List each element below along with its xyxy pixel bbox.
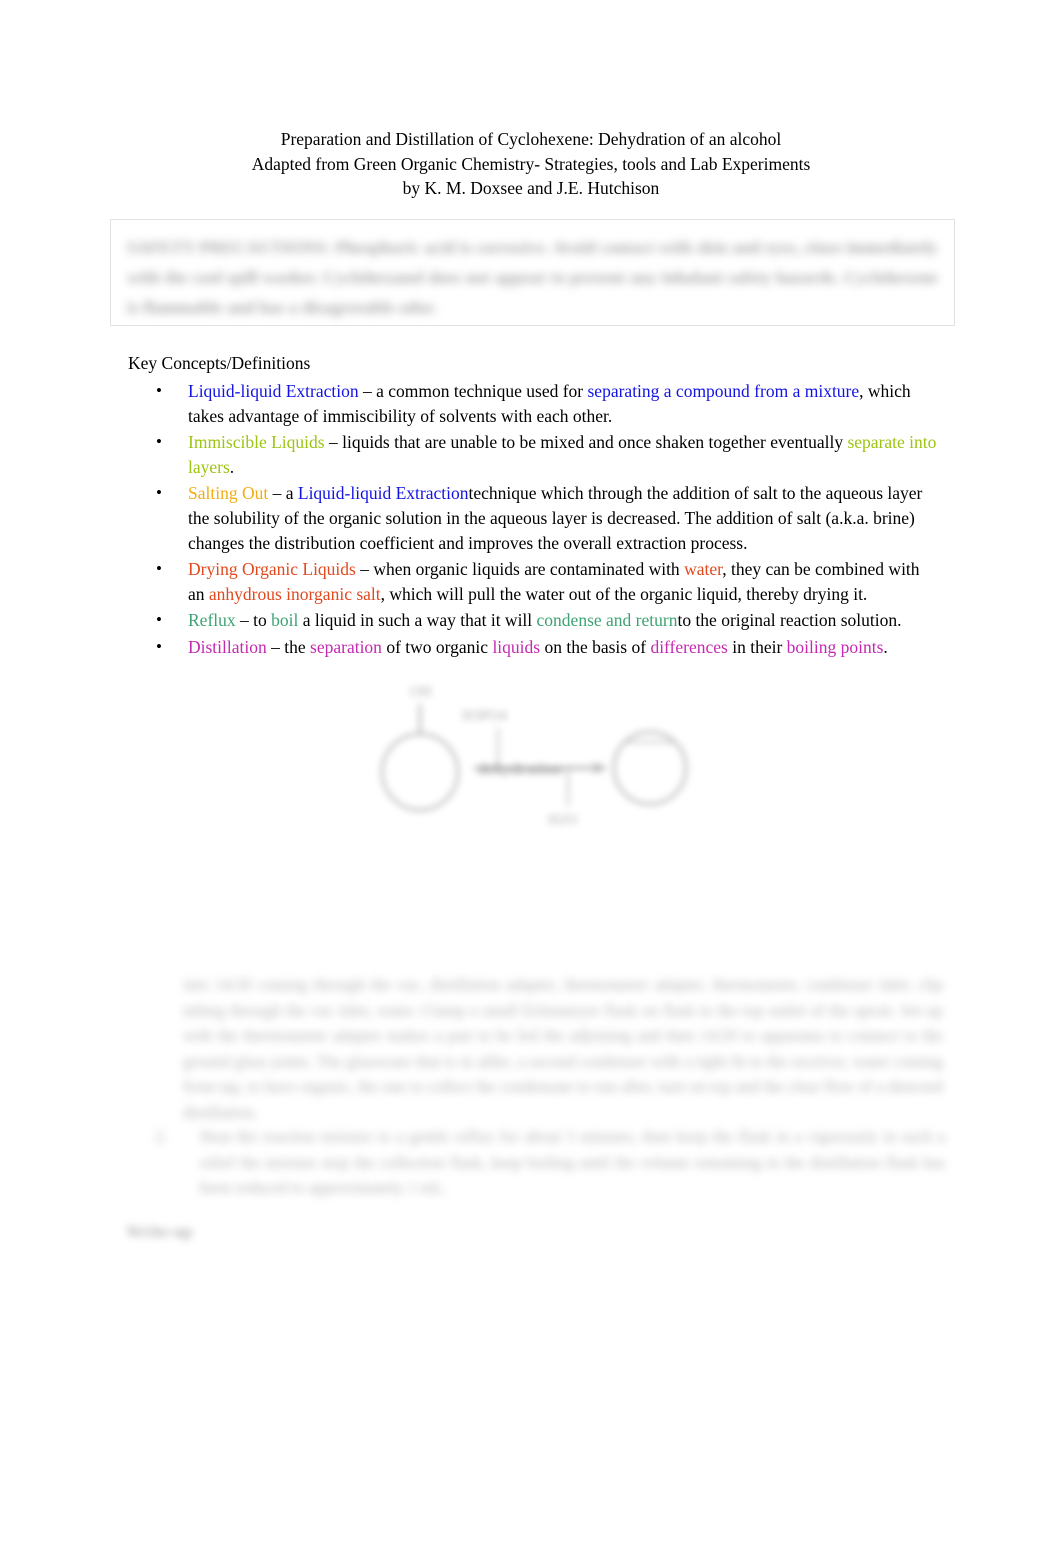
key-concept-text-run: boiling points	[786, 636, 884, 657]
key-concept-text-run: .	[883, 636, 888, 657]
key-concept-text-run: .	[229, 456, 235, 477]
key-concept-item: • Distillation – the separation of two or…	[128, 635, 940, 660]
bullet-icon: •	[156, 432, 162, 452]
key-concept-text-run: – the	[266, 636, 311, 657]
writeup-heading: Write-up	[126, 1222, 193, 1241]
key-concepts-list: • Liquid-liquid Extraction – a common tec…	[128, 379, 940, 662]
key-concept-text-run: of two organic	[381, 636, 493, 657]
key-concept-text-run: , which will pull the water out of the o…	[380, 583, 868, 604]
document-page: Preparation and Distillation of Cyclohex…	[0, 0, 1062, 1556]
key-concept-item: • Immiscible Liquids – liquids that are u…	[128, 430, 940, 479]
key-concept-text-run: to the original reaction solution.	[677, 610, 902, 631]
key-concept-text-run: in their	[727, 636, 787, 657]
key-concept-term: Reflux	[188, 610, 236, 631]
key-concept-item: • Drying Organic Liquids – when organic l…	[128, 557, 940, 606]
key-concept-text-run: condense and return	[536, 610, 678, 631]
key-concept-term: Salting Out	[188, 483, 269, 504]
key-concept-term: Liquid-liquid Extraction	[188, 381, 359, 401]
key-concept-term: Drying Organic Liquids	[188, 559, 356, 580]
key-concept-text-run: liquids	[492, 636, 541, 657]
procedure-item-text: Heat the reaction mixture to a gentle re…	[200, 1127, 945, 1197]
key-concept-item: • Reflux – to boil a liquid in such a way…	[128, 608, 940, 633]
procedure-numbered-item: 2. Heat the reaction mixture to a gentle…	[155, 1124, 945, 1201]
procedure-item-number: 2.	[155, 1127, 168, 1146]
key-concept-text-run: – liquids that are unable to be mixed an…	[324, 432, 848, 453]
key-concept-text-run: boil	[271, 610, 299, 631]
key-concept-term: Distillation	[188, 636, 267, 657]
bullet-icon: •	[156, 610, 162, 630]
key-concept-text-run: – a common technique used for	[358, 381, 588, 401]
procedure-paragraph: into 14/20 coming through the vac, disti…	[183, 975, 943, 1122]
safety-precautions-box: SAFETY PRECAUTIONS: Phosphoric acid is c…	[110, 219, 955, 326]
title-line-3: by K. M. Doxsee and J.E. Hutchison	[402, 178, 660, 199]
safety-precautions-text: SAFETY PRECAUTIONS: Phosphoric acid is c…	[127, 238, 938, 317]
cyclohexanol-dehydration-scheme: OH H3PO4 dehydration H2O	[362, 676, 710, 844]
key-concept-text-run: anhydrous inorganic salt	[208, 583, 381, 604]
title-line-2: Adapted from Green Organic Chemistry- St…	[251, 153, 811, 174]
key-concept-text-run: Liquid-liquid Extraction	[297, 483, 469, 504]
bullet-icon: •	[156, 381, 162, 400]
scheme-oh-label: OH	[410, 684, 432, 700]
key-concept-text-run: on the basis of	[540, 636, 651, 657]
bullet-icon: •	[156, 483, 162, 503]
scheme-arrow-label: dehydration	[478, 761, 562, 778]
key-concept-text-run: differences	[650, 636, 728, 657]
title-line-1: Preparation and Distillation of Cyclohex…	[280, 129, 782, 149]
key-concept-text-run: – a	[268, 483, 298, 504]
key-concept-term: Immiscible Liquids	[188, 432, 325, 453]
key-concept-text-run: a liquid in such a way that it will	[298, 610, 537, 631]
scheme-byproduct-label: H2O	[548, 812, 577, 828]
key-concept-text-run: – when organic liquids are contaminated …	[355, 559, 685, 580]
key-concept-item: • Salting Out – a Liquid-liquid Extractio…	[128, 481, 940, 555]
key-concept-text-run: – to	[235, 610, 272, 631]
key-concept-text-run: separating a compound from a mixture	[587, 381, 860, 401]
bullet-icon: •	[156, 636, 162, 656]
bullet-icon: •	[156, 559, 162, 579]
document-title: Preparation and Distillation of Cyclohex…	[0, 127, 1062, 201]
scheme-reagent-label: H3PO4	[462, 708, 508, 724]
key-concept-item: • Liquid-liquid Extraction – a common tec…	[128, 379, 940, 428]
key-concepts-heading: Key Concepts/Definitions	[128, 353, 311, 373]
key-concept-text-run: water	[684, 559, 723, 580]
key-concept-text-run: separation	[310, 636, 382, 657]
